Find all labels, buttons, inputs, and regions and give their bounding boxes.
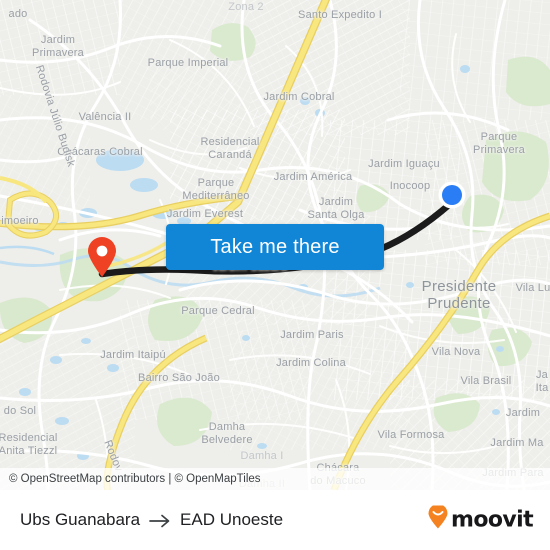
map-attribution: © OpenStreetMap contributors | © OpenMap… <box>0 468 550 490</box>
moovit-wordmark: moovit <box>451 507 534 533</box>
route-destination-label: EAD Unoeste <box>180 510 284 529</box>
moovit-logo[interactable]: moovit <box>427 504 534 535</box>
origin-marker[interactable] <box>86 236 118 278</box>
map-canvas[interactable]: ado Santo Expedito I Zona 2 Jardim Primavera… <box>0 0 550 490</box>
moovit-pin-icon <box>427 504 449 535</box>
destination-marker[interactable] <box>437 180 467 210</box>
take-me-there-button[interactable]: Take me there <box>166 224 384 270</box>
attribution-text[interactable]: © OpenStreetMap contributors | © OpenMap… <box>0 473 261 485</box>
route-origin-label: Ubs Guanabara <box>20 510 141 529</box>
arrow-right-icon <box>149 513 171 528</box>
route-summary: Ubs Guanabara EAD Unoeste <box>0 510 283 530</box>
moovit-route-screen: ado Santo Expedito I Zona 2 Jardim Primavera… <box>0 0 550 550</box>
footer-bar: Ubs Guanabara EAD Unoeste moovit <box>0 490 550 550</box>
